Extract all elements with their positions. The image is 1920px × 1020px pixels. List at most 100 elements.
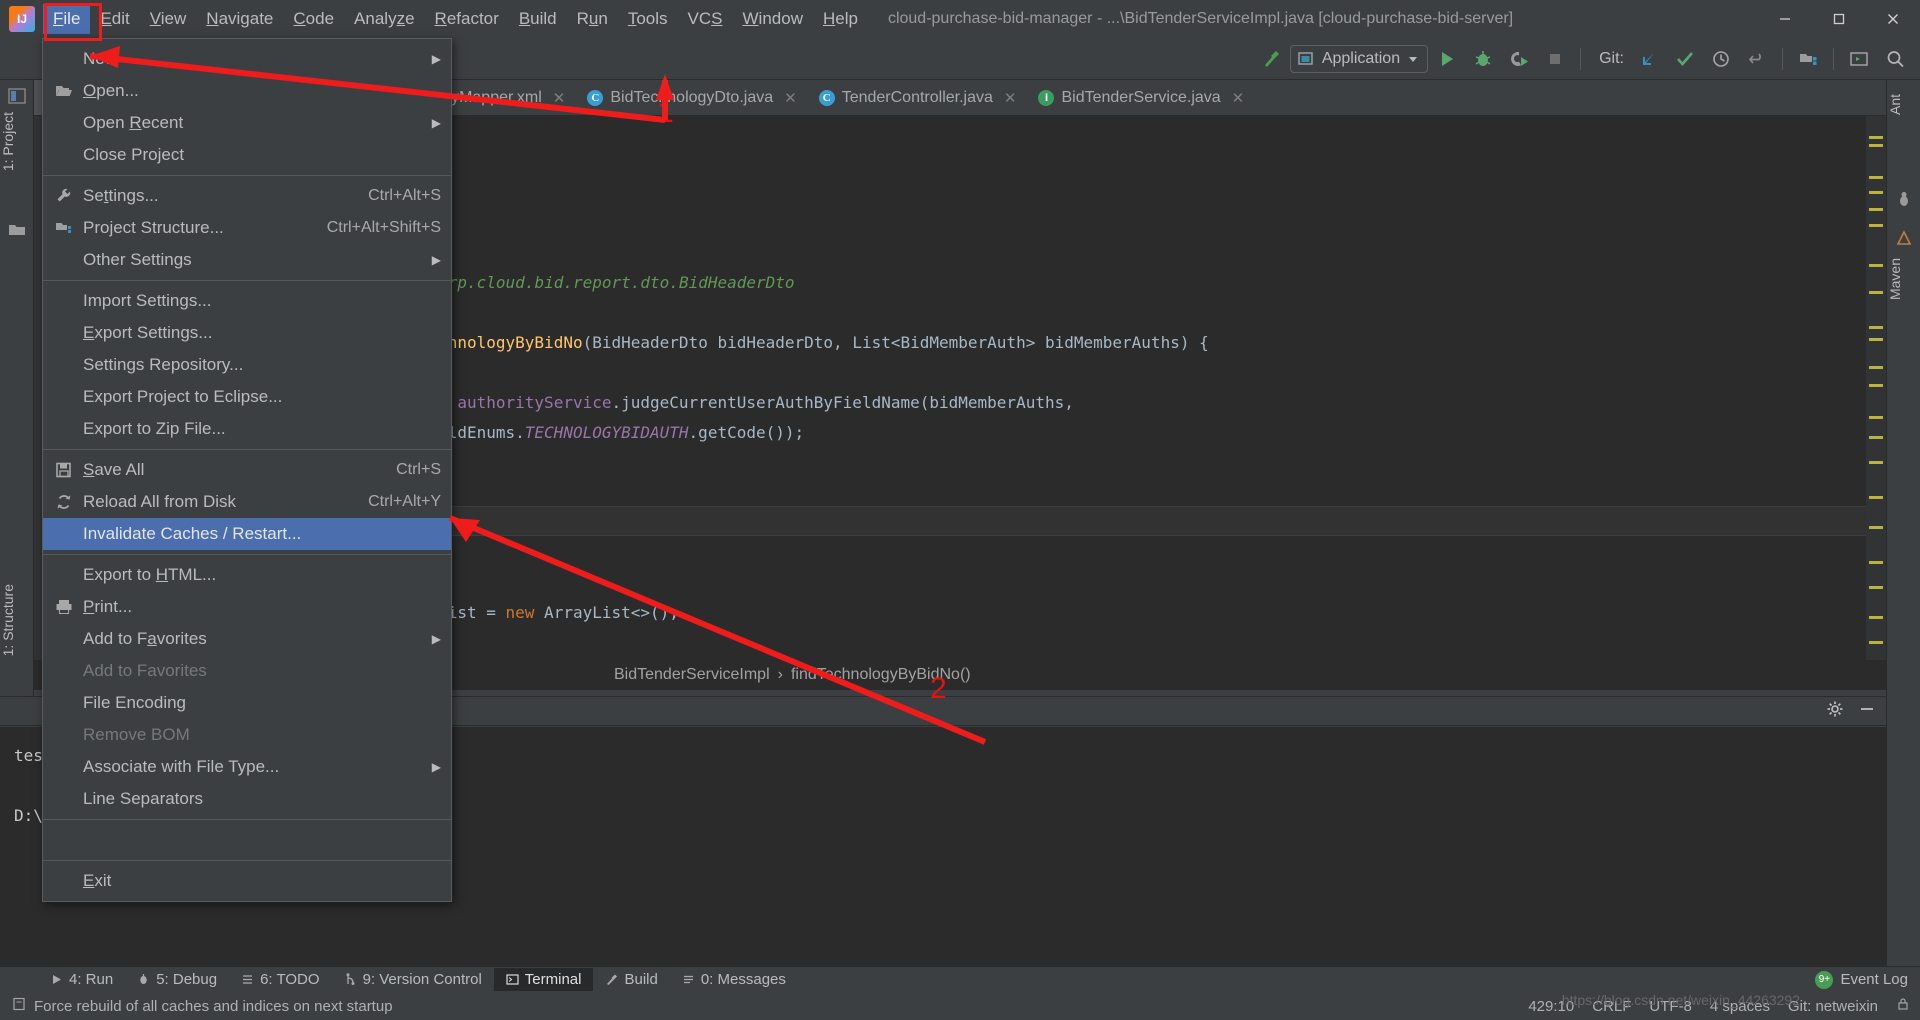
warning-marker[interactable] <box>1869 136 1883 139</box>
menu-item-project-structure[interactable]: Project Structure... Ctrl+Alt+Shift+S <box>43 212 451 244</box>
warning-marker[interactable] <box>1869 641 1883 644</box>
lock-icon[interactable] <box>1896 997 1910 1015</box>
menu-item-export-to-zip-file[interactable]: Export to Zip File... <box>43 413 451 445</box>
toolwindow-messages[interactable]: 0: Messages <box>670 968 798 991</box>
menu-code[interactable]: Code <box>283 4 344 34</box>
menu-item-export-settings[interactable]: Export Settings... <box>43 317 451 349</box>
warning-marker[interactable] <box>1869 176 1883 179</box>
breadcrumb-class[interactable]: BidTenderServiceImpl <box>614 666 770 684</box>
maximize-button[interactable] <box>1812 0 1866 38</box>
menu-item-exit[interactable]: Exit <box>43 865 451 897</box>
warning-marker[interactable] <box>1869 191 1883 194</box>
menu-item-import-settings[interactable]: Import Settings... <box>43 285 451 317</box>
menu-item-invalidate-caches-restart[interactable]: Invalidate Caches / Restart... <box>43 518 451 550</box>
menu-window[interactable]: Window <box>733 4 813 34</box>
menu-build[interactable]: Build <box>509 4 567 34</box>
editor-tab-bidtenderservice[interactable]: I BidTenderService.java ✕ <box>1026 80 1254 115</box>
run-icon[interactable] <box>1430 44 1464 74</box>
warning-marker[interactable] <box>1869 338 1883 341</box>
gear-icon[interactable] <box>1826 700 1844 723</box>
search-everywhere-icon[interactable] <box>1878 44 1912 74</box>
toolwindow-version-control[interactable]: 9: Version Control <box>332 968 494 991</box>
warning-marker[interactable] <box>1869 208 1883 211</box>
warning-marker[interactable] <box>1869 561 1883 564</box>
menu-item-print[interactable]: Print... <box>43 591 451 623</box>
git-branch[interactable]: Git: netweixin <box>1788 998 1878 1015</box>
menu-item-close-project[interactable]: Close Project <box>43 139 451 171</box>
menu-item-export-to-html[interactable]: Export to HTML... <box>43 559 451 591</box>
warning-marker[interactable] <box>1869 526 1883 529</box>
warning-marker[interactable] <box>1869 326 1883 329</box>
menu-tools[interactable]: Tools <box>618 4 678 34</box>
warning-marker[interactable] <box>1869 291 1883 294</box>
menu-item-add-to-favorites[interactable]: Add to Favorites ▶ <box>43 623 451 655</box>
menu-item-settings[interactable]: Settings... Ctrl+Alt+S <box>43 180 451 212</box>
menu-item-new[interactable]: New ▶ <box>43 43 451 75</box>
warning-marker[interactable] <box>1869 224 1883 227</box>
ant-icon[interactable] <box>1894 190 1914 210</box>
editor-tab-bidtechnologydto[interactable]: C BidTechnologyDto.java ✕ <box>575 80 806 115</box>
menu-item-line-separators[interactable]: Associate with File Type... ▶ <box>43 751 451 783</box>
menu-item-settings-repository[interactable]: Settings Repository... <box>43 349 451 381</box>
sidebar-item-project[interactable]: 1: Project <box>0 106 34 177</box>
hide-icon[interactable] <box>1858 700 1876 723</box>
toolwindow-build[interactable]: Build <box>593 968 669 991</box>
debug-icon[interactable] <box>1466 44 1500 74</box>
warning-marker[interactable] <box>1869 416 1883 419</box>
close-button[interactable] <box>1866 0 1920 38</box>
editor-marker-bar[interactable] <box>1866 116 1886 668</box>
menu-item-other-settings[interactable]: Other Settings ▶ <box>43 244 451 276</box>
hammer-icon[interactable] <box>1254 44 1288 74</box>
close-icon[interactable]: ✕ <box>1004 89 1017 107</box>
warning-marker[interactable] <box>1869 366 1883 369</box>
toolwindow-todo[interactable]: 6: TODO <box>229 968 331 991</box>
warning-marker[interactable] <box>1869 616 1883 619</box>
menu-item-make-directory-read-only[interactable]: Line Separators <box>43 783 451 815</box>
menu-item-power-save-mode[interactable] <box>43 824 451 856</box>
file-menu-popup[interactable]: New ▶ Open... Open Recent ▶ Close Projec… <box>42 38 452 902</box>
toolwindow-debug[interactable]: 5: Debug <box>125 968 229 991</box>
sidebar-item-maven[interactable]: Maven <box>1887 252 1920 306</box>
menu-item-open-recent[interactable]: Open Recent ▶ <box>43 107 451 139</box>
folder-icon[interactable] <box>7 220 27 240</box>
sidebar-item-structure[interactable]: 1: Structure <box>0 578 34 662</box>
menu-refactor[interactable]: Refactor <box>425 4 509 34</box>
notification-icon[interactable] <box>12 997 26 1015</box>
warning-marker[interactable] <box>1869 384 1883 387</box>
project-window-icon[interactable] <box>7 86 27 106</box>
minimize-button[interactable] <box>1758 0 1812 38</box>
menu-item-reload-all-from-disk[interactable]: Reload All from Disk Ctrl+Alt+Y <box>43 486 451 518</box>
vcs-commit-icon[interactable] <box>1668 44 1702 74</box>
sidebar-item-ant[interactable]: Ant <box>1887 88 1920 121</box>
menu-view[interactable]: View <box>140 4 197 34</box>
vcs-update-icon[interactable] <box>1632 44 1666 74</box>
menu-help[interactable]: Help <box>813 4 868 34</box>
close-icon[interactable]: ✕ <box>1232 89 1245 107</box>
event-log-label[interactable]: Event Log <box>1840 971 1908 988</box>
maven-icon[interactable] <box>1894 228 1914 248</box>
warning-marker[interactable] <box>1869 436 1883 439</box>
stop-icon[interactable] <box>1538 44 1572 74</box>
terminal-icon[interactable] <box>1842 44 1876 74</box>
run-configuration-selector[interactable]: Application <box>1289 44 1429 73</box>
menu-item-export-project-to-eclipse[interactable]: Export Project to Eclipse... <box>43 381 451 413</box>
editor-tab-tendercontroller[interactable]: C TenderController.java ✕ <box>807 80 1027 115</box>
close-icon[interactable]: ✕ <box>553 89 566 107</box>
toolwindow-terminal[interactable]: Terminal <box>493 968 594 991</box>
warning-marker[interactable] <box>1869 586 1883 589</box>
warning-marker[interactable] <box>1869 461 1883 464</box>
toolwindow-run[interactable]: 4: Run <box>38 968 125 991</box>
warning-marker[interactable] <box>1869 496 1883 499</box>
menu-run[interactable]: Run <box>567 4 618 34</box>
menu-analyze[interactable]: Analyze <box>344 4 425 34</box>
close-icon[interactable]: ✕ <box>784 89 797 107</box>
project-structure-icon[interactable] <box>1791 44 1825 74</box>
event-log-group[interactable]: 9+ Event Log <box>1815 970 1908 989</box>
warning-marker[interactable] <box>1869 264 1883 267</box>
vcs-history-icon[interactable] <box>1704 44 1738 74</box>
menu-item-save-all[interactable]: Save All Ctrl+S <box>43 454 451 486</box>
menu-item-remove-bom[interactable]: File Encoding <box>43 687 451 719</box>
menu-vcs[interactable]: VCS <box>678 4 733 34</box>
run-coverage-icon[interactable] <box>1502 44 1536 74</box>
vcs-rollback-icon[interactable] <box>1740 44 1774 74</box>
